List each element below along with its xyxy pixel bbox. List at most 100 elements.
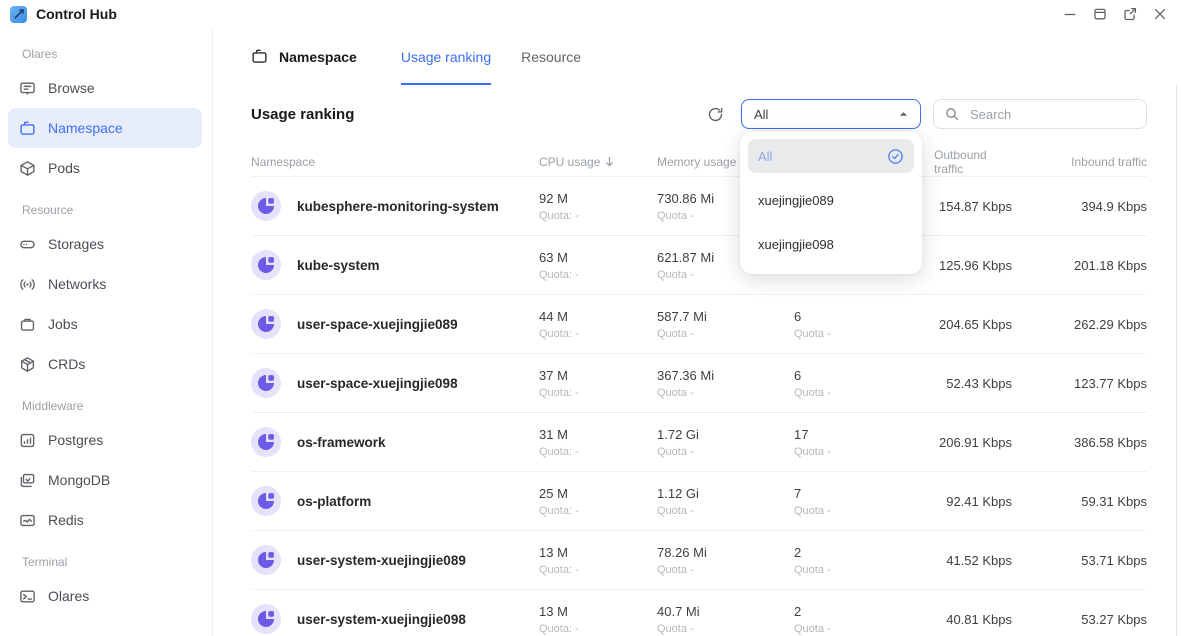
pie-chart-icon bbox=[251, 427, 281, 457]
pie-chart-icon bbox=[251, 604, 281, 634]
outbound-traffic-value: 40.81 Kbps bbox=[934, 612, 1012, 627]
table-row[interactable]: os-platform25 MQuota: -1.12 GiQuota -7Qu… bbox=[251, 471, 1147, 530]
tab-usage-ranking[interactable]: Usage ranking bbox=[401, 28, 491, 85]
sidebar-item-postgres[interactable]: Postgres bbox=[8, 420, 202, 460]
sidebar-item-storages[interactable]: Storages bbox=[8, 224, 202, 264]
pods-quota: Quota - bbox=[794, 446, 934, 458]
memory-usage-value: 367.36 Mi bbox=[657, 368, 794, 383]
namespace-filter-select[interactable]: All bbox=[741, 99, 921, 129]
sidebar-item-label: Networks bbox=[48, 276, 106, 292]
cpu-quota: Quota: - bbox=[539, 328, 657, 340]
cpu-usage-value: 25 M bbox=[539, 486, 657, 501]
memory-quota: Quota - bbox=[657, 623, 794, 635]
dropdown-option-label: xuejingjie089 bbox=[758, 193, 834, 208]
cpu-usage-value: 13 M bbox=[539, 604, 657, 619]
sidebar-section-label: Olares bbox=[8, 32, 202, 68]
scrollbar[interactable] bbox=[1176, 85, 1178, 636]
col-outbound-traffic[interactable]: Outbound traffic bbox=[934, 148, 1012, 176]
sidebar-item-label: Pods bbox=[48, 160, 80, 176]
sidebar-item-label: Postgres bbox=[48, 432, 103, 448]
minimize-icon[interactable] bbox=[1063, 7, 1077, 21]
table-row[interactable]: user-system-xuejingjie09813 MQuota: -40.… bbox=[251, 589, 1147, 636]
namespace-name: user-space-xuejingjie089 bbox=[297, 317, 458, 332]
cpu-quota: Quota: - bbox=[539, 564, 657, 576]
memory-usage-value: 1.72 Gi bbox=[657, 427, 794, 442]
search-input[interactable] bbox=[968, 106, 1135, 123]
sidebar-item-redis[interactable]: Redis bbox=[8, 500, 202, 540]
table-row[interactable]: kubesphere-monitoring-system92 MQuota: -… bbox=[251, 176, 1147, 235]
sidebar-item-mongodb[interactable]: MongoDB bbox=[8, 460, 202, 500]
namespace-name: os-platform bbox=[297, 494, 371, 509]
sidebar-item-networks[interactable]: Networks bbox=[8, 264, 202, 304]
table-row[interactable]: os-framework31 MQuota: -1.72 GiQuota -17… bbox=[251, 412, 1147, 471]
pods-quota: Quota - bbox=[794, 564, 934, 576]
outbound-traffic-value: 206.91 Kbps bbox=[934, 435, 1012, 450]
cpu-quota: Quota: - bbox=[539, 446, 657, 458]
sidebar-item-label: Olares bbox=[48, 588, 89, 604]
tab-bar: Namespace Usage ranking Resource bbox=[251, 28, 1147, 85]
sidebar-item-browse[interactable]: Browse bbox=[8, 68, 202, 108]
pods-quota: Quota - bbox=[794, 623, 934, 635]
app-icon bbox=[10, 6, 27, 23]
pie-chart-icon bbox=[251, 309, 281, 339]
cpu-quota: Quota: - bbox=[539, 387, 657, 399]
close-icon[interactable] bbox=[1153, 7, 1167, 21]
inbound-traffic-value: 201.18 Kbps bbox=[1012, 258, 1147, 273]
table-body: kubesphere-monitoring-system92 MQuota: -… bbox=[251, 176, 1147, 636]
col-cpu-usage[interactable]: CPU usage bbox=[539, 155, 657, 169]
dropdown-option-label: xuejingjie098 bbox=[758, 237, 834, 252]
pods-value: 6 bbox=[794, 368, 934, 383]
sidebar-item-label: Namespace bbox=[48, 120, 123, 136]
pie-chart-icon bbox=[251, 368, 281, 398]
sidebar-item-olares[interactable]: Olares bbox=[8, 576, 202, 616]
memory-usage-value: 78.26 Mi bbox=[657, 545, 794, 560]
table-header: Namespace CPU usage Memory usage Outboun… bbox=[251, 147, 1147, 176]
dropdown-option-xuejingjie098[interactable]: xuejingjie098 bbox=[748, 222, 914, 266]
sidebar-item-jobs[interactable]: Jobs bbox=[8, 304, 202, 344]
sidebar-section-label: Resource bbox=[8, 188, 202, 224]
restore-window-icon[interactable] bbox=[1093, 7, 1107, 21]
inbound-traffic-value: 53.27 Kbps bbox=[1012, 612, 1147, 627]
namespace-name: user-system-xuejingjie098 bbox=[297, 612, 466, 627]
pods-value: 2 bbox=[794, 545, 934, 560]
sidebar-item-namespace[interactable]: Namespace bbox=[8, 108, 202, 148]
pods-value: 2 bbox=[794, 604, 934, 619]
table-row[interactable]: user-system-xuejingjie08913 MQuota: -78.… bbox=[251, 530, 1147, 589]
cpu-usage-value: 37 M bbox=[539, 368, 657, 383]
namespace-name: kube-system bbox=[297, 258, 380, 273]
pods-icon bbox=[19, 160, 36, 177]
tab-resource[interactable]: Resource bbox=[521, 28, 581, 85]
sidebar-item-label: Browse bbox=[48, 80, 95, 96]
col-inbound-traffic[interactable]: Inbound traffic bbox=[1012, 155, 1147, 169]
table-row[interactable]: user-space-xuejingjie08944 MQuota: -587.… bbox=[251, 294, 1147, 353]
namespace-name: os-framework bbox=[297, 435, 386, 450]
tab-list: Usage ranking Resource bbox=[401, 28, 581, 85]
sidebar-item-pods[interactable]: Pods bbox=[8, 148, 202, 188]
cpu-quota: Quota: - bbox=[539, 269, 657, 281]
page-title: Namespace bbox=[251, 28, 357, 85]
sidebar-item-label: CRDs bbox=[48, 356, 85, 372]
window-controls bbox=[1063, 7, 1167, 21]
redis-icon bbox=[19, 512, 36, 529]
sidebar-item-label: Jobs bbox=[48, 316, 78, 332]
table-row[interactable]: user-space-xuejingjie09837 MQuota: -367.… bbox=[251, 353, 1147, 412]
sidebar-section-label: Terminal bbox=[8, 540, 202, 576]
search-icon bbox=[945, 107, 959, 121]
search-box bbox=[933, 99, 1147, 129]
cpu-usage-value: 63 M bbox=[539, 250, 657, 265]
dropdown-option-xuejingjie089[interactable]: xuejingjie089 bbox=[748, 178, 914, 222]
table-row[interactable]: kube-system63 MQuota: -621.87 MiQuota -Q… bbox=[251, 235, 1147, 294]
memory-quota: Quota - bbox=[657, 387, 794, 399]
col-namespace[interactable]: Namespace bbox=[251, 155, 539, 169]
memory-quota: Quota - bbox=[657, 564, 794, 576]
outbound-traffic-value: 154.87 Kbps bbox=[934, 199, 1012, 214]
inbound-traffic-value: 262.29 Kbps bbox=[1012, 317, 1147, 332]
page-title-label: Namespace bbox=[279, 49, 357, 65]
section-title: Usage ranking bbox=[251, 106, 354, 123]
inbound-traffic-value: 394.9 Kbps bbox=[1012, 199, 1147, 214]
check-circle-icon bbox=[887, 148, 904, 165]
sidebar-item-crds[interactable]: CRDs bbox=[8, 344, 202, 384]
refresh-icon[interactable] bbox=[707, 106, 724, 123]
dropdown-option-all[interactable]: All bbox=[748, 139, 914, 173]
open-external-icon[interactable] bbox=[1123, 7, 1137, 21]
